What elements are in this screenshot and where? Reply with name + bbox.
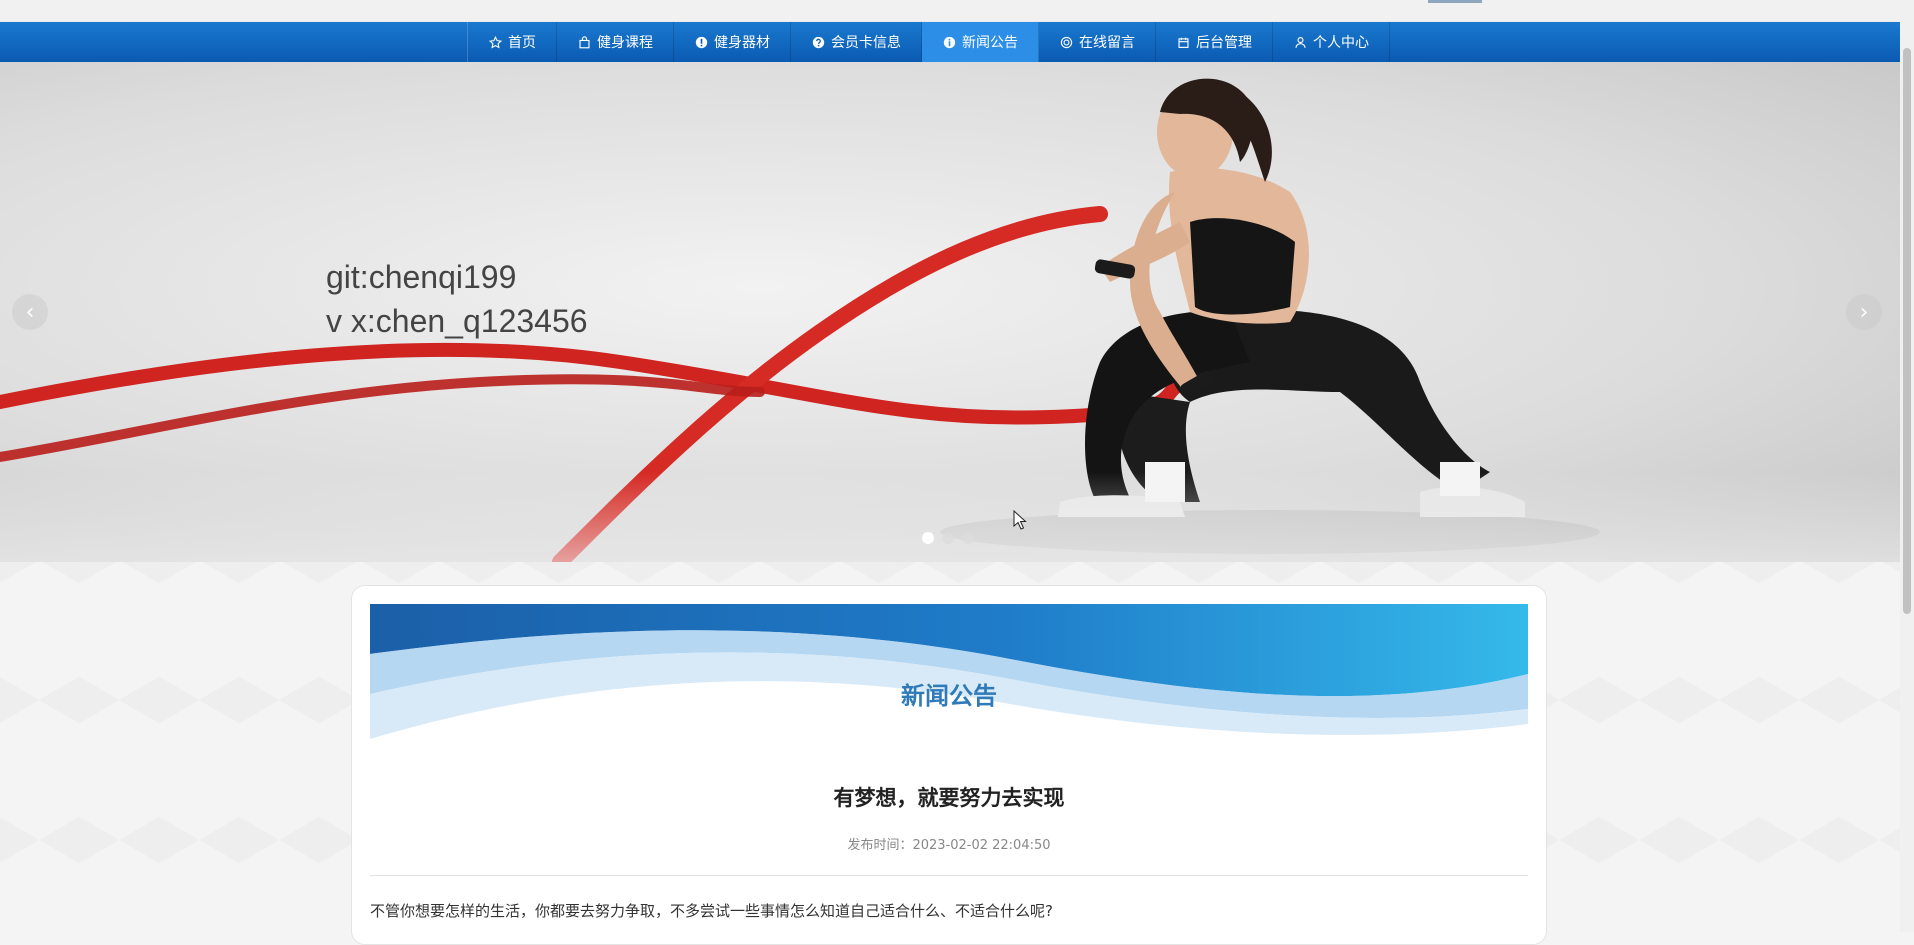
nav-item-membership[interactable]: 会员卡信息 xyxy=(791,22,922,62)
star-icon xyxy=(488,35,502,49)
nav-item-messages[interactable]: 在线留言 xyxy=(1039,22,1156,62)
carousel-next-button[interactable]: › xyxy=(1846,294,1882,330)
carousel-indicators xyxy=(922,532,974,544)
carousel-dot-2[interactable] xyxy=(942,532,954,544)
nav-item-label: 个人中心 xyxy=(1313,35,1369,51)
carousel-dot-3[interactable] xyxy=(962,532,974,544)
info-circle-icon xyxy=(942,35,956,49)
target-icon xyxy=(1059,35,1073,49)
content-divider xyxy=(370,875,1528,876)
nav-list: 首页 健身课程 健身器材 会员卡信息 新闻公告 在线留言 后台管理 个人中心 xyxy=(467,22,1390,62)
nav-item-label: 会员卡信息 xyxy=(831,35,901,51)
nav-item-label: 新闻公告 xyxy=(962,35,1018,51)
news-detail-card: 新闻公告 有梦想，就要努力去实现 发布时间：2023-02-02 22:04:5… xyxy=(351,585,1547,945)
nav-item-news[interactable]: 新闻公告 xyxy=(922,22,1039,62)
calendar-icon xyxy=(1176,35,1190,49)
main-navbar: 首页 健身课程 健身器材 会员卡信息 新闻公告 在线留言 后台管理 个人中心 xyxy=(0,22,1900,62)
nav-item-label: 健身课程 xyxy=(597,35,653,51)
chevron-right-icon: › xyxy=(1859,299,1869,325)
carousel-prev-button[interactable]: ‹ xyxy=(12,294,48,330)
nav-item-home[interactable]: 首页 xyxy=(468,22,557,62)
hero-carousel: git:chenqi199 v x:chen_q123456 ‹ › xyxy=(0,62,1900,562)
hero-caption-line-1: git:chenqi199 xyxy=(326,259,517,295)
top-strip xyxy=(0,0,1900,23)
article-title: 有梦想，就要努力去实现 xyxy=(833,786,1065,810)
user-icon xyxy=(1293,35,1307,49)
athlete-figure xyxy=(1058,78,1525,517)
nav-item-admin[interactable]: 后台管理 xyxy=(1156,22,1273,62)
info-icon xyxy=(694,35,708,49)
nav-item-label: 健身器材 xyxy=(714,35,770,51)
chevron-left-icon: ‹ xyxy=(25,299,35,325)
top-strip-button[interactable] xyxy=(1428,0,1482,3)
hero-floor xyxy=(0,472,1900,562)
nav-item-label: 首页 xyxy=(508,35,536,51)
nav-item-label: 后台管理 xyxy=(1196,35,1252,51)
page-scrollbar[interactable] xyxy=(1900,0,1914,932)
bag-icon xyxy=(577,35,591,49)
scrollbar-thumb[interactable] xyxy=(1903,48,1911,614)
section-title: 新闻公告 xyxy=(901,682,997,710)
hero-caption-line-2: v x:chen_q123456 xyxy=(326,303,588,339)
question-icon xyxy=(811,35,825,49)
publish-time: 发布时间：2023-02-02 22:04:50 xyxy=(847,838,1051,853)
nav-item-equipment[interactable]: 健身器材 xyxy=(674,22,791,62)
article-body: 不管你想要怎样的生活，你都要去努力争取，不多尝试一些事情怎么知道自己适合什么、不… xyxy=(370,902,1053,920)
section-banner: 新闻公告 xyxy=(370,604,1528,750)
nav-item-courses[interactable]: 健身课程 xyxy=(557,22,674,62)
nav-item-profile[interactable]: 个人中心 xyxy=(1273,22,1390,62)
nav-item-label: 在线留言 xyxy=(1079,35,1135,51)
carousel-dot-1[interactable] xyxy=(922,532,934,544)
mouse-cursor-icon xyxy=(1013,510,1027,530)
hero-caption: git:chenqi199 v x:chen_q123456 xyxy=(326,255,588,343)
